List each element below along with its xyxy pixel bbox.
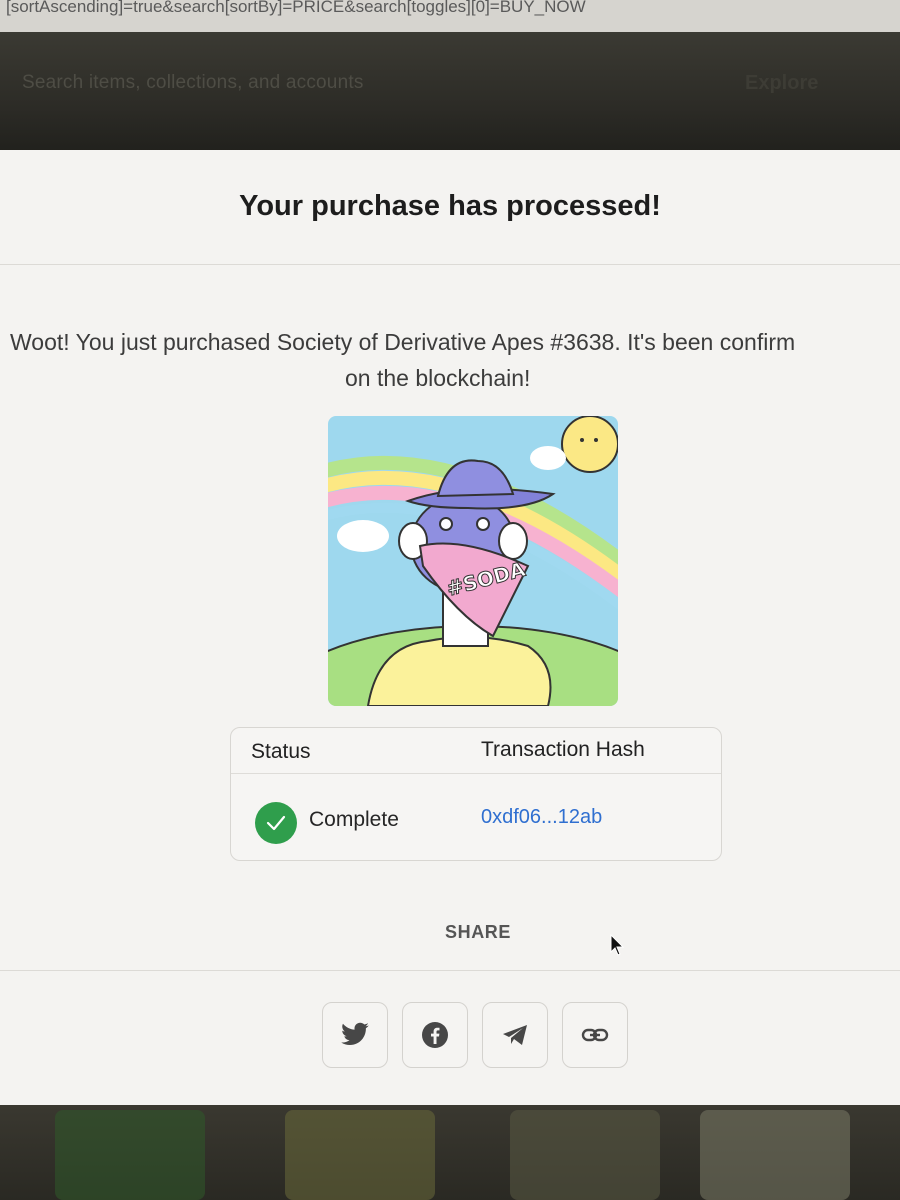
browser-url-bar[interactable]: [sortAscending]=true&search[sortBy]=PRIC…	[0, 0, 900, 32]
divider	[0, 970, 900, 971]
background-nft-thumbnail	[55, 1110, 205, 1200]
nft-image: #SODA	[328, 416, 618, 706]
facebook-icon	[422, 1022, 448, 1048]
share-label: SHARE	[445, 922, 512, 942]
url-text: [sortAscending]=true&search[sortBy]=PRIC…	[6, 0, 586, 16]
page-header-dimmed	[0, 32, 900, 160]
divider	[0, 264, 900, 265]
purchase-message: Woot! You just purchased Society of Deri…	[0, 324, 900, 396]
message-line-1: Woot! You just purchased Society of Deri…	[10, 329, 796, 355]
background-nft-thumbnail	[700, 1110, 850, 1200]
background-nft-thumbnail	[285, 1110, 435, 1200]
twitter-icon	[341, 1022, 369, 1045]
nft-artwork: #SODA	[328, 416, 618, 706]
copy-link-button[interactable]	[562, 1002, 628, 1068]
column-header-transaction-hash: Transaction Hash	[481, 738, 645, 761]
message-line-2: on the blockchain!	[345, 365, 531, 391]
transaction-hash-link[interactable]: 0xdf06...12ab	[481, 806, 602, 829]
share-facebook-button[interactable]	[402, 1002, 468, 1068]
modal-title: Your purchase has processed!	[239, 190, 661, 222]
page-search-input[interactable]: Search items, collections, and accounts	[22, 72, 364, 94]
share-buttons	[322, 1002, 628, 1068]
nav-explore-link[interactable]: Explore	[745, 72, 818, 95]
transaction-status-table: Status Transaction Hash Complete 0xdf06.…	[230, 727, 722, 861]
status-value: Complete	[309, 808, 399, 831]
link-icon	[581, 1028, 609, 1042]
share-twitter-button[interactable]	[322, 1002, 388, 1068]
share-telegram-button[interactable]	[482, 1002, 548, 1068]
background-nft-thumbnail	[510, 1110, 660, 1200]
check-icon	[255, 802, 297, 844]
telegram-icon	[503, 1025, 527, 1045]
table-header-row: Status Transaction Hash	[231, 728, 721, 774]
column-header-status: Status	[251, 740, 311, 763]
mouse-cursor-icon	[610, 934, 625, 956]
purchase-modal: Your purchase has processed! Woot! You j…	[0, 150, 900, 1105]
